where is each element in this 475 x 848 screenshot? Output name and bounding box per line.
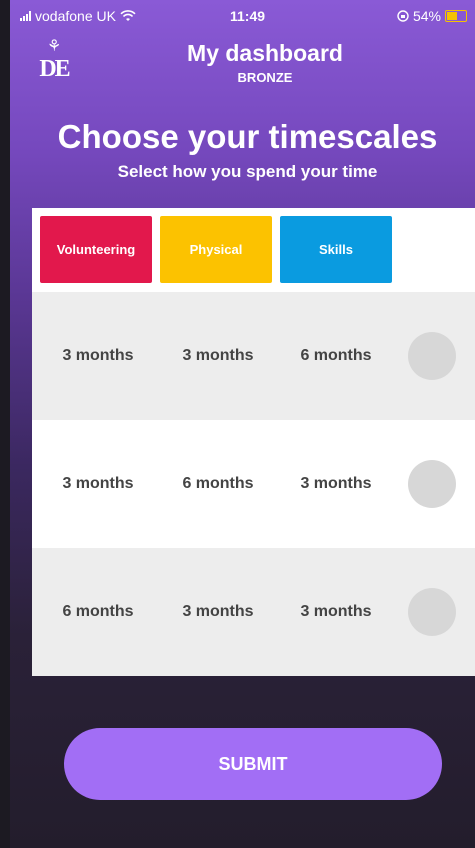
option-radio-button[interactable]	[408, 588, 456, 636]
option-radio-button[interactable]	[408, 332, 456, 380]
logo-letters: DE	[39, 56, 70, 82]
clock: 11:49	[230, 8, 266, 24]
dashboard-title: My dashboard	[187, 40, 343, 66]
signal-icon	[20, 11, 31, 21]
battery-icon	[445, 10, 467, 22]
tab-volunteering[interactable]: Volunteering	[40, 216, 152, 283]
timescale-option-2[interactable]: 3 months 6 months 3 months	[32, 420, 475, 548]
physical-duration: 3 months	[182, 347, 254, 364]
timescale-option-3[interactable]: 6 months 3 months 3 months	[32, 548, 475, 676]
section-tabs: Volunteering Physical Skills	[32, 208, 475, 292]
skills-duration: 6 months	[300, 347, 372, 364]
carrier-group: vodafone UK	[20, 8, 136, 24]
submit-button[interactable]: SUBMIT	[64, 728, 442, 800]
dofe-logo: ⚘ DE	[34, 38, 74, 90]
battery-group: 54%	[397, 8, 467, 24]
carrier-label: vodafone UK	[35, 8, 116, 24]
wifi-icon	[120, 10, 136, 21]
app-screen: vodafone UK 11:49 54% ⚘ DE My dashboard …	[10, 0, 475, 848]
physical-duration: 6 months	[182, 475, 254, 492]
option-radio-button[interactable]	[408, 460, 456, 508]
volunteering-duration: 3 months	[62, 347, 134, 364]
award-level: BRONZE	[237, 70, 293, 85]
battery-percent: 54%	[412, 8, 441, 24]
flower-icon: ⚘	[46, 38, 62, 55]
skills-duration: 3 months	[300, 603, 372, 620]
volunteering-duration: 3 months	[62, 475, 134, 492]
tab-physical[interactable]: Physical	[160, 216, 272, 283]
page-subtitle: Select how you spend your time	[117, 162, 378, 181]
volunteering-duration: 6 months	[62, 603, 134, 620]
status-bar: vodafone UK 11:49 54%	[10, 0, 475, 30]
skills-duration: 3 months	[300, 475, 372, 492]
tab-skills[interactable]: Skills	[280, 216, 392, 283]
page-title: Choose your timescales	[57, 118, 438, 155]
orientation-lock-icon	[397, 10, 409, 22]
timescale-card: Volunteering Physical Skills 3 months 3 …	[32, 208, 475, 676]
timescale-option-1[interactable]: 3 months 3 months 6 months	[32, 292, 475, 420]
physical-duration: 3 months	[182, 603, 254, 620]
